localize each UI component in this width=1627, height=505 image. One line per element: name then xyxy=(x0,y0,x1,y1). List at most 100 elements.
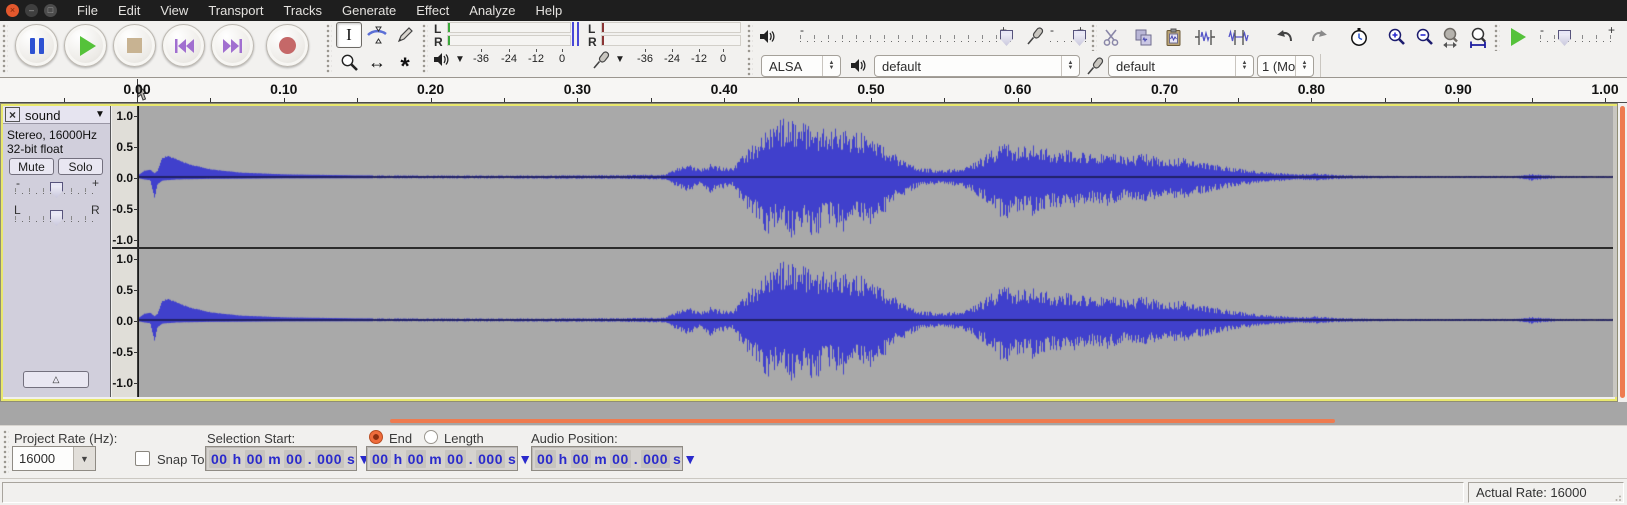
meter-toolbar-grip[interactable] xyxy=(422,24,428,73)
device-toolbar-grip[interactable] xyxy=(747,57,753,76)
menu-item-help[interactable]: Help xyxy=(525,3,572,18)
menu-item-tracks[interactable]: Tracks xyxy=(273,3,332,18)
time-digit-group[interactable]: 00 xyxy=(284,450,305,468)
sync-lock-button[interactable] xyxy=(1346,24,1372,50)
recording-channels-select[interactable]: 1 (Mono) Inpu ▲▼ xyxy=(1257,55,1314,77)
menu-item-analyze[interactable]: Analyze xyxy=(459,3,525,18)
redo-button[interactable] xyxy=(1306,24,1332,50)
play-button[interactable] xyxy=(64,24,107,67)
playback-speed-slider-thumb[interactable] xyxy=(1558,30,1571,46)
window-maximize-button[interactable]: □ xyxy=(44,4,57,17)
waveform-left-channel[interactable] xyxy=(138,107,1613,247)
tools-toolbar-grip[interactable] xyxy=(326,24,332,73)
output-volume-slider-thumb[interactable] xyxy=(1000,30,1013,46)
vertical-scrollbar-thumb[interactable] xyxy=(1620,106,1625,398)
speaker-icon[interactable] xyxy=(433,52,450,67)
undo-button[interactable] xyxy=(1272,24,1298,50)
selection-start-time-field[interactable]: 00h00m00.000s▼ xyxy=(205,446,357,471)
output-volume-slider[interactable] xyxy=(800,41,1012,42)
spinner-arrows-icon[interactable]: ▲▼ xyxy=(1295,56,1313,76)
trim-audio-button[interactable] xyxy=(1192,24,1218,50)
time-digit-group[interactable]: 00 xyxy=(445,450,466,468)
skip-to-start-button[interactable] xyxy=(162,24,205,67)
paste-button[interactable] xyxy=(1160,24,1186,50)
gain-slider-thumb[interactable] xyxy=(50,182,63,198)
audio-position-time-field[interactable]: 00h00m00.000s▼ xyxy=(531,446,683,471)
envelope-tool-button[interactable] xyxy=(364,22,390,48)
selection-length-radio[interactable] xyxy=(424,430,438,444)
track-name[interactable]: sound xyxy=(25,108,60,123)
window-close-button[interactable]: × xyxy=(6,4,19,17)
recording-device-select[interactable]: default ▲▼ xyxy=(1108,55,1254,77)
fit-selection-button[interactable] xyxy=(1438,24,1464,50)
selection-end-time-field[interactable]: 00h00m00.000s▼ xyxy=(366,446,518,471)
project-rate-select[interactable]: 16000 ▼ xyxy=(12,446,96,471)
mute-button[interactable]: Mute xyxy=(9,158,54,175)
spinner-arrows-icon[interactable]: ▲▼ xyxy=(1235,56,1253,76)
timeline-ruler[interactable]: 0.000.100.200.300.400.500.600.700.800.90… xyxy=(0,78,1627,103)
playback-speed-slider[interactable] xyxy=(1540,41,1616,42)
spinner-arrows-icon[interactable]: ▲▼ xyxy=(822,56,840,76)
play-at-speed-button[interactable] xyxy=(1502,24,1532,50)
track-close-button[interactable]: × xyxy=(5,107,20,122)
selection-toolbar-grip[interactable] xyxy=(3,430,9,474)
mixer-toolbar-grip[interactable] xyxy=(747,24,753,54)
selection-tool-button[interactable]: I xyxy=(336,22,362,48)
time-digit-group[interactable]: 000 xyxy=(315,450,344,468)
draw-tool-button[interactable] xyxy=(392,22,418,48)
playback-meter-dropdown-arrow[interactable]: ▼ xyxy=(455,54,465,65)
stop-button[interactable] xyxy=(113,24,156,67)
time-format-dropdown-arrow[interactable]: ▼ xyxy=(683,451,697,467)
time-digit-group[interactable]: 00 xyxy=(209,450,230,468)
playback-meter-right-bar[interactable] xyxy=(447,35,571,46)
time-digit-group[interactable]: 00 xyxy=(610,450,631,468)
dropdown-arrow-icon[interactable]: ▼ xyxy=(73,447,95,470)
time-digit-group[interactable]: 00 xyxy=(535,450,556,468)
time-digit-group[interactable]: 000 xyxy=(476,450,505,468)
selection-end-radio[interactable] xyxy=(369,430,383,444)
window-minimize-button[interactable]: – xyxy=(25,4,38,17)
transport-toolbar-grip[interactable] xyxy=(2,24,8,73)
track-menu-dropdown-arrow[interactable]: ▼ xyxy=(95,109,105,120)
recording-meter-right-bar[interactable] xyxy=(601,35,741,46)
cut-button[interactable] xyxy=(1098,24,1124,50)
track-collapse-button[interactable]: △ xyxy=(23,371,89,388)
playback-device-select[interactable]: default ▲▼ xyxy=(874,55,1080,77)
playback-meter-left-bar[interactable] xyxy=(447,22,571,33)
skip-to-end-button[interactable] xyxy=(211,24,254,67)
transcription-toolbar-grip[interactable] xyxy=(1494,24,1500,51)
menu-item-edit[interactable]: Edit xyxy=(108,3,150,18)
microphone-icon[interactable] xyxy=(592,51,610,69)
time-digit-group[interactable]: 00 xyxy=(370,450,391,468)
menu-item-file[interactable]: File xyxy=(67,3,108,18)
fit-project-button[interactable] xyxy=(1466,24,1492,50)
timeshift-tool-button[interactable]: ↔ xyxy=(364,49,390,75)
snap-to-checkbox[interactable] xyxy=(135,451,150,466)
waveform-right-channel[interactable] xyxy=(138,250,1613,390)
vertical-ruler[interactable]: 1.00.50.0-0.5-1.01.00.50.0-0.5-1.0 xyxy=(112,106,138,397)
record-button[interactable] xyxy=(266,24,309,67)
resize-grip-icon[interactable] xyxy=(1612,495,1622,503)
time-digit-group[interactable]: 00 xyxy=(245,450,266,468)
pan-slider-thumb[interactable] xyxy=(50,210,63,226)
time-digit-group[interactable]: 000 xyxy=(641,450,670,468)
zoom-tool-button[interactable] xyxy=(336,49,362,75)
audio-host-select[interactable]: ALSA ▲▼ xyxy=(761,55,841,77)
zoom-in-button[interactable] xyxy=(1384,24,1410,50)
menu-item-view[interactable]: View xyxy=(150,3,198,18)
menu-item-transport[interactable]: Transport xyxy=(198,3,273,18)
input-volume-slider-thumb[interactable] xyxy=(1073,30,1086,46)
multi-tool-button[interactable]: * xyxy=(392,49,418,75)
track-control-panel[interactable]: × sound ▼ Stereo, 16000Hz 32-bit float M… xyxy=(3,106,111,397)
time-digit-group[interactable]: 00 xyxy=(406,450,427,468)
spinner-arrows-icon[interactable]: ▲▼ xyxy=(1061,56,1079,76)
copy-button[interactable] xyxy=(1130,24,1156,50)
horizontal-scrollbar-thumb[interactable] xyxy=(390,419,1335,423)
silence-audio-button[interactable] xyxy=(1226,24,1252,50)
menu-item-generate[interactable]: Generate xyxy=(332,3,406,18)
zoom-out-button[interactable] xyxy=(1412,24,1438,50)
menu-item-effect[interactable]: Effect xyxy=(406,3,459,18)
solo-button[interactable]: Solo xyxy=(58,158,103,175)
time-digit-group[interactable]: 00 xyxy=(571,450,592,468)
recording-meter-dropdown-arrow[interactable]: ▼ xyxy=(615,54,625,65)
